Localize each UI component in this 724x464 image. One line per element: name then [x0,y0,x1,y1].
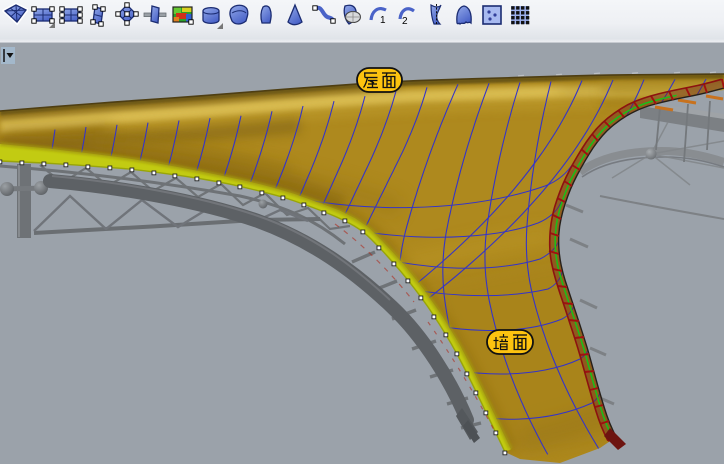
svg-text:1: 1 [380,15,386,26]
svg-text:2: 2 [402,16,408,27]
